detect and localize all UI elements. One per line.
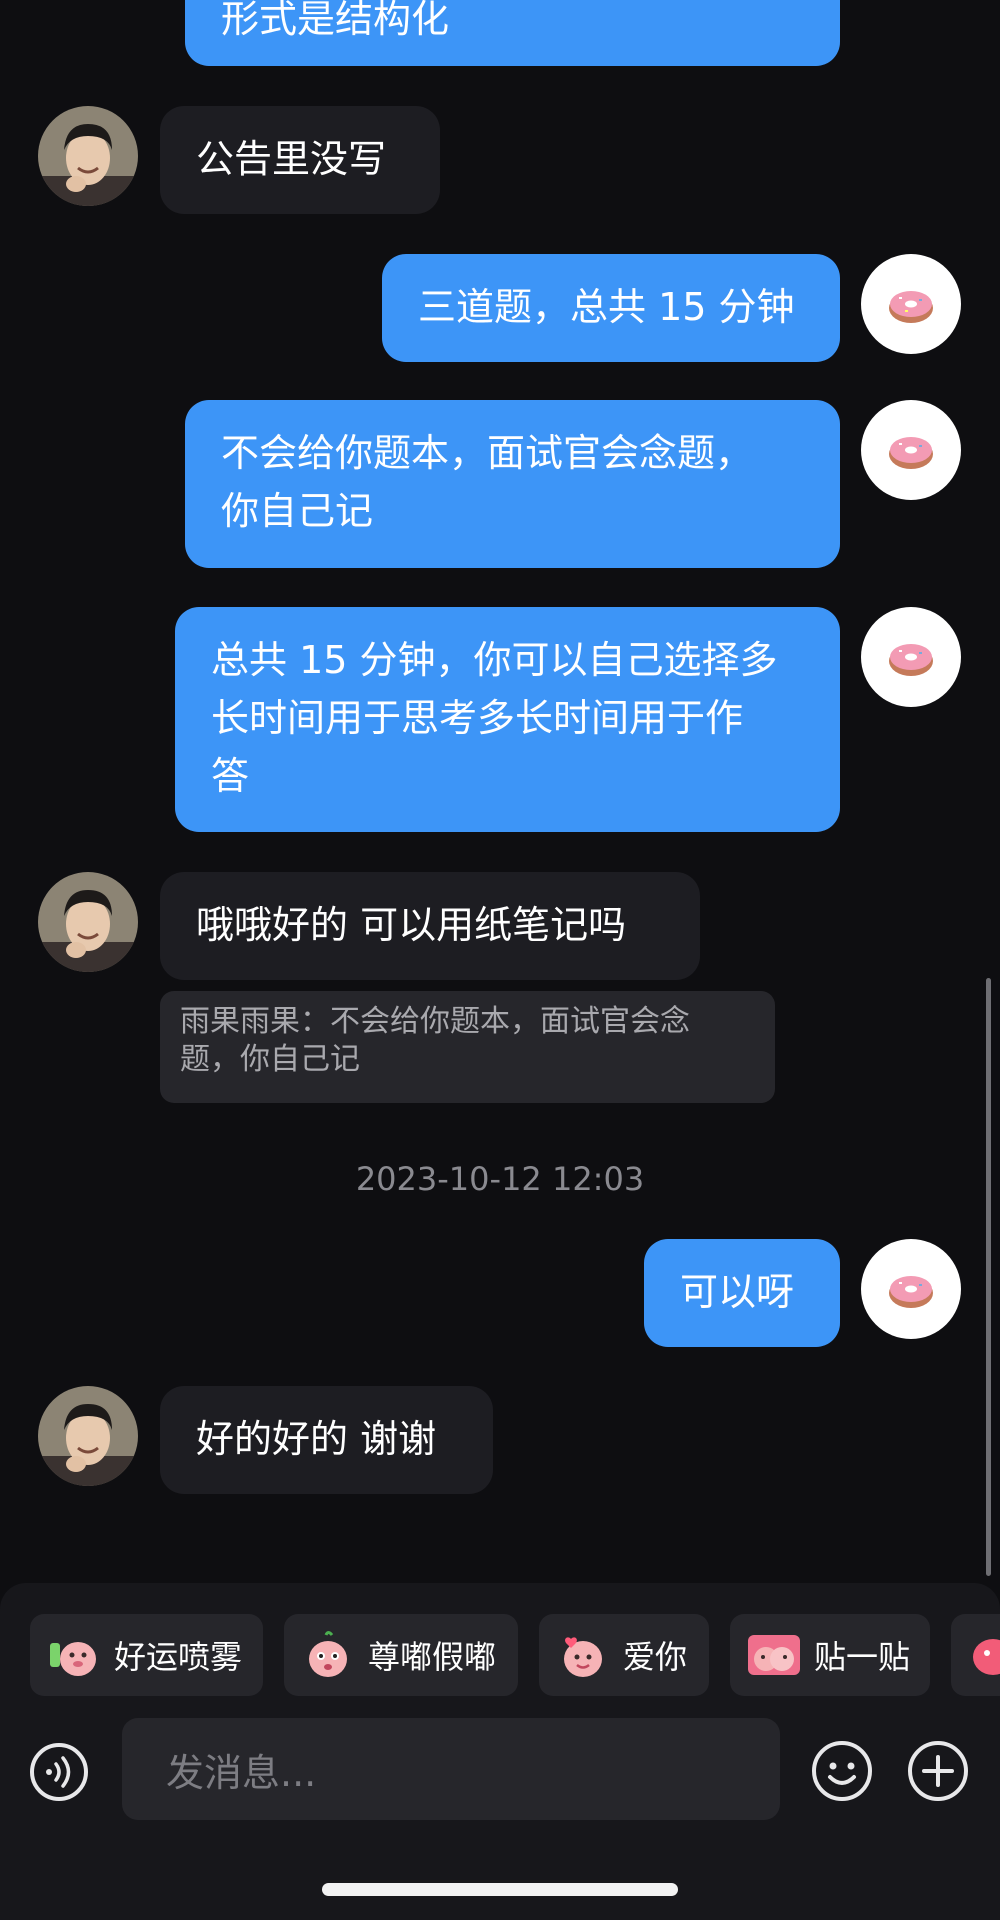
quoted-reply[interactable]: 雨果雨果：不会给你题本，面试官会念 题，你自己记 bbox=[160, 991, 775, 1103]
quick-reaction-label: 尊嘟假嘟 bbox=[368, 1638, 497, 1676]
quick-reaction-label: 爱你 bbox=[623, 1638, 688, 1676]
add-attachment-button[interactable] bbox=[907, 1740, 969, 1802]
donut-avatar-icon bbox=[889, 291, 933, 323]
outgoing-message-bubble[interactable]: 三道题，总共 15 分钟 bbox=[382, 254, 840, 362]
message-input-placeholder: 发消息... bbox=[166, 1750, 317, 1795]
quoted-reply-line: 题，你自己记 bbox=[180, 1042, 360, 1077]
message-text: 哦哦好的 可以用纸笔记吗 bbox=[196, 903, 627, 947]
chat-message-list[interactable]: 形式是结构化 公告里没写 三道题，总共 15 分钟 不会给你题本，面试官会念题，… bbox=[0, 0, 1000, 1583]
chat-scrollbar[interactable] bbox=[986, 978, 991, 1576]
message-text-line: 答 bbox=[211, 754, 250, 798]
message-timestamp: 2023-10-12 12:03 bbox=[355, 1160, 645, 1198]
quoted-reply-line: 雨果雨果：不会给你题本，面试官会念 bbox=[180, 1004, 690, 1039]
outgoing-message-bubble[interactable]: 形式是结构化 bbox=[185, 0, 840, 66]
incoming-message-bubble[interactable]: 好的好的 谢谢 bbox=[160, 1386, 493, 1494]
smiley-icon bbox=[812, 1741, 872, 1801]
my-avatar[interactable] bbox=[861, 400, 961, 500]
contact-avatar-photo bbox=[38, 1386, 138, 1486]
quick-reaction-label: 贴一贴 bbox=[814, 1638, 911, 1676]
outgoing-message-bubble[interactable]: 可以呀 bbox=[644, 1239, 840, 1347]
message-text: 三道题，总共 15 分钟 bbox=[418, 285, 795, 329]
message-text: 可以呀 bbox=[680, 1270, 795, 1314]
sticker-partial-icon bbox=[973, 1639, 1000, 1675]
message-text-line: 长时间用于思考多长时间用于作 bbox=[211, 696, 744, 740]
quick-reaction-chip[interactable]: 贴一贴 bbox=[730, 1614, 930, 1696]
contact-avatar[interactable] bbox=[38, 1386, 138, 1486]
voice-wave-icon bbox=[30, 1743, 88, 1801]
contact-avatar[interactable] bbox=[38, 872, 138, 972]
contact-avatar-photo bbox=[38, 872, 138, 972]
pink-blob-hug-sticker-icon bbox=[748, 1635, 800, 1675]
plus-circle-icon bbox=[908, 1741, 968, 1801]
my-avatar[interactable] bbox=[861, 254, 961, 354]
pink-blob-surprised-sticker-icon bbox=[309, 1631, 347, 1677]
outgoing-message-bubble[interactable]: 总共 15 分钟，你可以自己选择多 长时间用于思考多长时间用于作 答 bbox=[175, 607, 840, 832]
quick-reaction-chip[interactable]: 好运喷雾 bbox=[30, 1614, 263, 1696]
incoming-message-bubble[interactable]: 哦哦好的 可以用纸笔记吗 bbox=[160, 872, 700, 980]
quick-reaction-chip[interactable]: 尊嘟假嘟 bbox=[284, 1614, 518, 1696]
incoming-message-bubble[interactable]: 公告里没写 bbox=[160, 106, 440, 214]
message-text: 公告里没写 bbox=[196, 137, 387, 181]
my-avatar[interactable] bbox=[861, 1239, 961, 1339]
quick-reaction-chip[interactable]: 爱你 bbox=[539, 1614, 709, 1696]
pink-blob-heart-sticker-icon bbox=[564, 1637, 602, 1677]
donut-avatar-icon bbox=[889, 644, 933, 676]
donut-avatar-icon bbox=[889, 437, 933, 469]
quick-reaction-chip-partial[interactable] bbox=[951, 1614, 1000, 1696]
message-input[interactable]: 发消息... bbox=[122, 1718, 780, 1820]
donut-avatar-icon bbox=[889, 1276, 933, 1308]
quick-reaction-label: 好运喷雾 bbox=[114, 1638, 243, 1676]
contact-avatar-photo bbox=[38, 106, 138, 206]
my-avatar[interactable] bbox=[861, 607, 961, 707]
pink-blob-spray-sticker-icon bbox=[50, 1642, 96, 1676]
outgoing-message-bubble[interactable]: 不会给你题本，面试官会念题， 你自己记 bbox=[185, 400, 840, 568]
message-text-line: 总共 15 分钟，你可以自己选择多 bbox=[211, 638, 778, 682]
contact-avatar[interactable] bbox=[38, 106, 138, 206]
message-text: 形式是结构化 bbox=[221, 0, 450, 41]
message-text-line: 你自己记 bbox=[221, 489, 374, 533]
message-text-line: 不会给你题本，面试官会念题， bbox=[221, 431, 754, 475]
home-indicator[interactable] bbox=[322, 1883, 678, 1896]
message-text: 好的好的 谢谢 bbox=[196, 1417, 437, 1461]
emoji-button[interactable] bbox=[811, 1740, 873, 1802]
voice-input-button[interactable] bbox=[29, 1742, 89, 1802]
